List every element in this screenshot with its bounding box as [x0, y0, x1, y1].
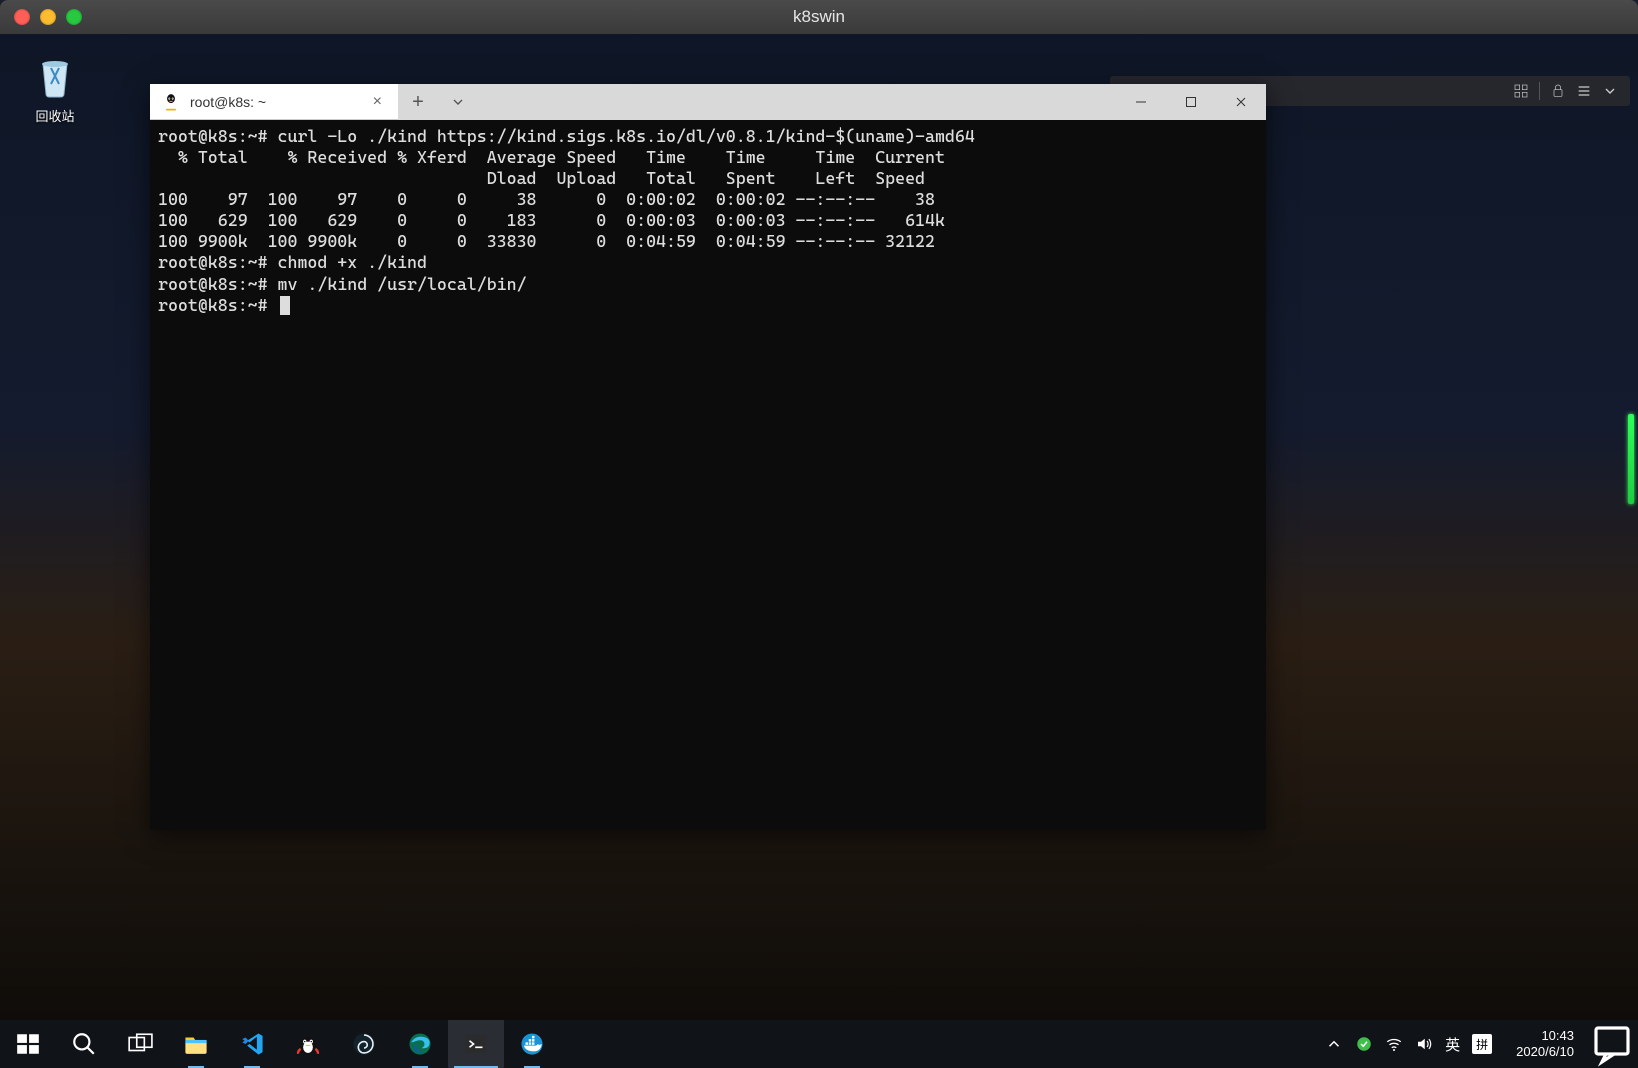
chevron-down-icon — [1602, 83, 1618, 99]
task-view-button[interactable] — [112, 1020, 168, 1068]
taskbar-app-explorer[interactable] — [168, 1020, 224, 1068]
system-tray[interactable]: 英 拼 — [1315, 1034, 1502, 1055]
window-controls — [1116, 84, 1266, 120]
mac-titlebar[interactable]: k8swin — [0, 0, 1638, 34]
window-maximize-button[interactable] — [1166, 84, 1216, 120]
terminal-line: 100 9900k 100 9900k 0 0 33830 0 0:04:59 … — [158, 231, 935, 251]
terminal-tab-title: root@k8s: ~ — [190, 94, 359, 110]
taskbar-app-qq[interactable] — [280, 1020, 336, 1068]
terminal-line: Dload Upload Total Spent Left Speed — [158, 168, 925, 188]
chevron-down-icon — [450, 94, 466, 110]
docker-icon — [519, 1031, 545, 1057]
tab-dropdown-button[interactable] — [438, 84, 478, 120]
recycle-bin-icon — [31, 54, 79, 102]
taskbar-app-vscode[interactable] — [224, 1020, 280, 1068]
terminal-line: % Total % Received % Xferd Average Speed… — [158, 147, 945, 167]
terminal-line: root@k8s:~# chmod +x ./kind — [158, 252, 427, 272]
search-button[interactable] — [56, 1020, 112, 1068]
taskbar-app-generic1[interactable] — [336, 1020, 392, 1068]
tux-icon — [162, 93, 180, 111]
terminal-body[interactable]: root@k8s:~# curl -Lo ./kind https://kind… — [150, 120, 1266, 830]
taskbar-app-docker[interactable] — [504, 1020, 560, 1068]
terminal-line: 100 629 100 629 0 0 183 0 0:00:03 0:00:0… — [158, 210, 945, 230]
recycle-bin[interactable]: 回收站 — [20, 54, 90, 125]
swirl-icon — [351, 1031, 377, 1057]
file-explorer-icon — [183, 1031, 209, 1057]
lock-icon — [1550, 83, 1566, 99]
outer-window: k8swin 回收站 root@k8s: ~ × + — [0, 0, 1638, 1068]
tray-sync-icon[interactable] — [1355, 1035, 1373, 1053]
wifi-icon[interactable] — [1385, 1035, 1403, 1053]
recycle-bin-label: 回收站 — [35, 106, 74, 125]
terminal-tabbar: root@k8s: ~ × + — [150, 84, 1266, 120]
side-indicator — [1628, 414, 1634, 504]
window-close-button[interactable] — [1216, 84, 1266, 120]
taskbar-app-edge[interactable] — [392, 1020, 448, 1068]
language-indicator-1[interactable]: 英 — [1445, 1034, 1460, 1055]
desktop[interactable]: 回收站 root@k8s: ~ × + — [0, 34, 1638, 1068]
window-minimize-button[interactable] — [1116, 84, 1166, 120]
clock-time: 10:43 — [1516, 1028, 1574, 1044]
terminal-icon — [463, 1031, 489, 1057]
clock-date: 2020/6/10 — [1516, 1044, 1574, 1060]
penguin-icon — [295, 1031, 321, 1057]
task-view-icon — [127, 1031, 153, 1057]
notification-center-button[interactable] — [1588, 1020, 1636, 1068]
volume-icon[interactable] — [1415, 1035, 1433, 1053]
notification-icon — [1588, 1020, 1636, 1068]
hamburger-icon — [1576, 83, 1592, 99]
windows-icon — [15, 1031, 41, 1057]
language-indicator-2[interactable]: 拼 — [1472, 1034, 1492, 1054]
terminal-cursor — [280, 296, 290, 315]
vscode-icon — [239, 1031, 265, 1057]
taskbar: 英 拼 10:43 2020/6/10 — [0, 1020, 1638, 1068]
edge-icon — [407, 1031, 433, 1057]
traffic-lights — [14, 9, 82, 25]
tab-close-button[interactable]: × — [369, 91, 386, 113]
terminal-line: 100 97 100 97 0 0 38 0 0:00:02 0:00:02 -… — [158, 189, 935, 209]
start-button[interactable] — [0, 1020, 56, 1068]
taskbar-clock[interactable]: 10:43 2020/6/10 — [1506, 1028, 1584, 1059]
grid-icon — [1513, 83, 1529, 99]
outer-window-title: k8swin — [0, 7, 1638, 27]
taskbar-app-terminal[interactable] — [448, 1020, 504, 1068]
new-tab-button[interactable]: + — [398, 84, 438, 120]
terminal-line: root@k8s:~# curl -Lo ./kind https://kind… — [158, 126, 975, 146]
terminal-window: root@k8s: ~ × + — [150, 84, 1266, 830]
terminal-tab[interactable]: root@k8s: ~ × — [150, 84, 398, 120]
terminal-line: root@k8s:~# — [158, 295, 278, 315]
search-icon — [71, 1031, 97, 1057]
traffic-light-close[interactable] — [14, 9, 30, 25]
tray-chevron-up-icon[interactable] — [1325, 1035, 1343, 1053]
terminal-line: root@k8s:~# mv ./kind /usr/local/bin/ — [158, 274, 527, 294]
traffic-light-minimize[interactable] — [40, 9, 56, 25]
traffic-light-zoom[interactable] — [66, 9, 82, 25]
